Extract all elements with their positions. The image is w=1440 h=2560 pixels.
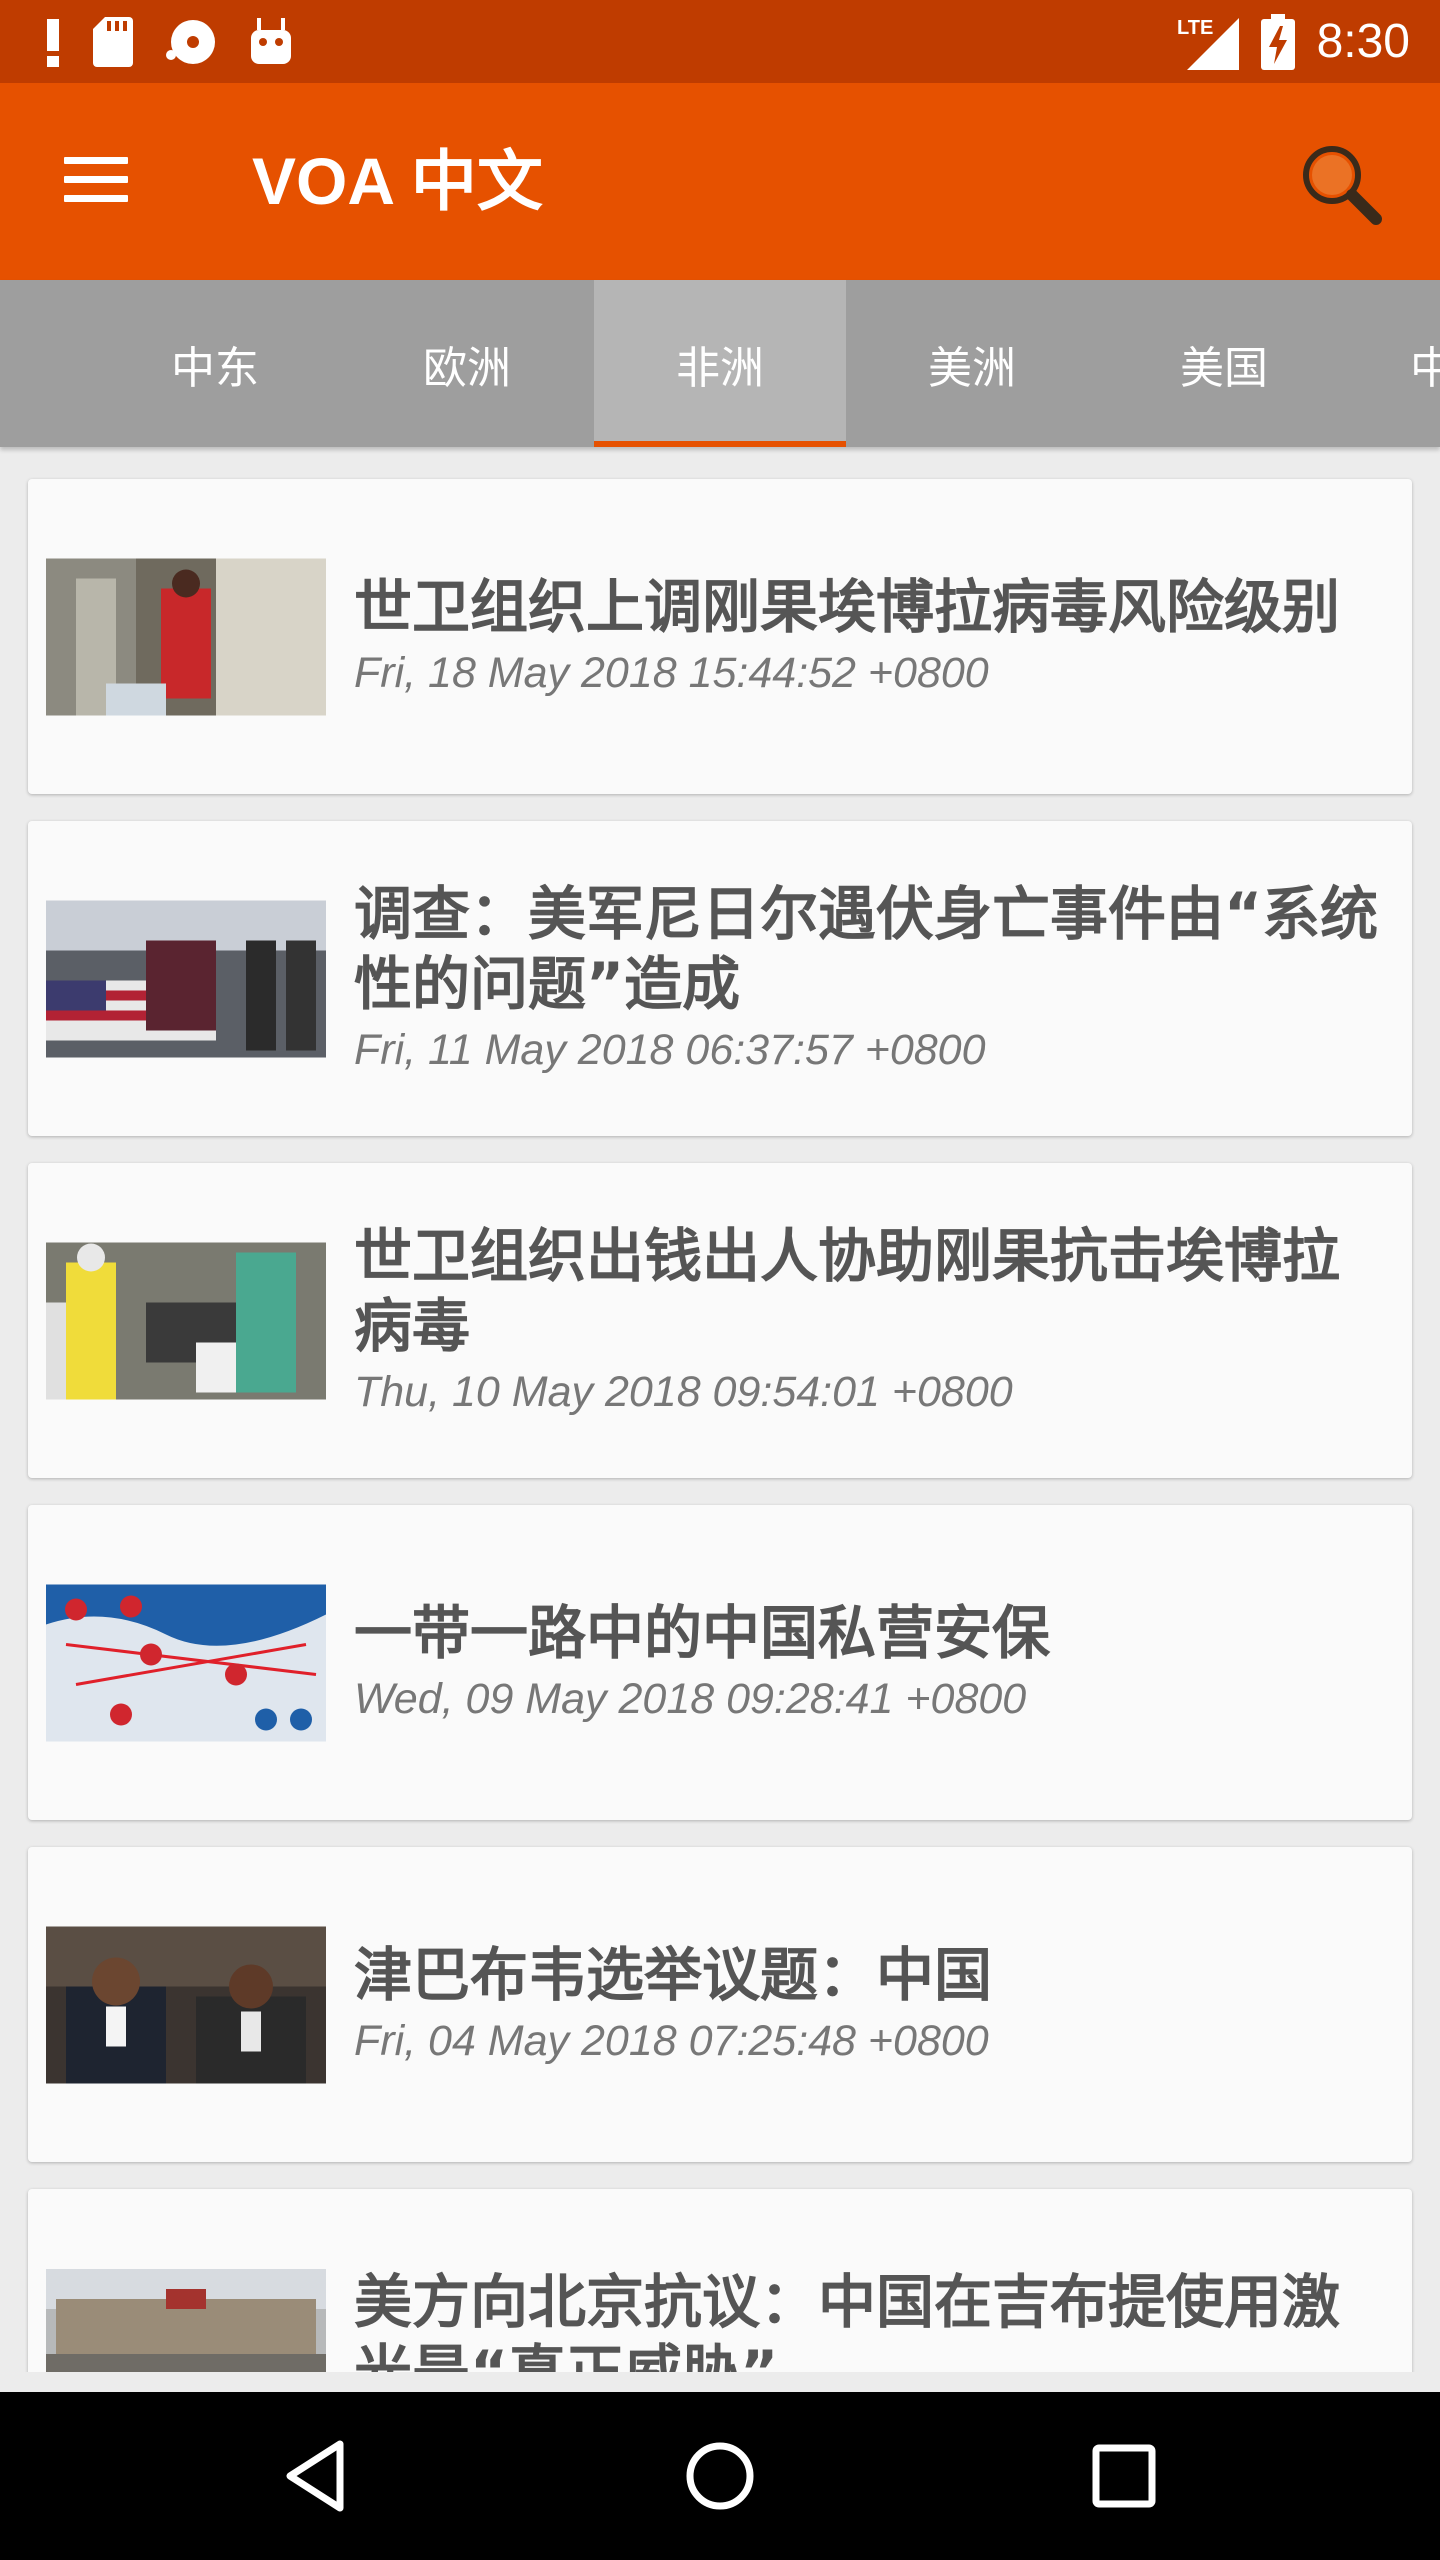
signal-icon: LTE (1177, 17, 1239, 70)
article-card[interactable]: 一带一路中的中国私营安保 Wed, 09 May 2018 09:28:41 +… (28, 1505, 1412, 1820)
back-icon[interactable] (268, 2426, 368, 2526)
clock: 8:30 (1316, 15, 1410, 68)
recents-icon[interactable] (1074, 2426, 1174, 2526)
article-thumbnail (46, 1242, 326, 1399)
article-title: 调查：美军尼日尔遇伏身亡事件由“系统性的问题”造成 (354, 879, 1379, 1018)
article-card[interactable]: 世卫组织上调刚果埃博拉病毒风险级别 Fri, 18 May 2018 15:44… (28, 479, 1412, 794)
article-title: 津巴布韦选举议题：中国 (354, 1940, 993, 2009)
article-date: Fri, 18 May 2018 15:44:52 +0800 (354, 648, 989, 697)
article-title: 美方向北京抗议：中国在吉布提使用激光是“真正威胁” (354, 2268, 1341, 2372)
tab-label: 非洲 (676, 342, 764, 394)
article-thumbnail (46, 1584, 326, 1741)
article-card[interactable]: 津巴布韦选举议题：中国 Fri, 04 May 2018 07:25:48 +0… (28, 1847, 1412, 2162)
tab-usa[interactable]: 美国 (1098, 280, 1350, 447)
article-thumbnail (46, 558, 326, 715)
tab-label: 美国 (1180, 342, 1268, 394)
article-title: 世卫组织出钱出人协助刚果抗击埃博拉病毒 (354, 1221, 1341, 1360)
battery-charging-icon (1260, 13, 1295, 70)
status-bar: LTE 8:30 (0, 0, 1440, 83)
category-tab-bar: 文 中东 欧洲 非洲 美洲 美国 中 (0, 280, 1440, 447)
home-icon[interactable] (670, 2426, 770, 2526)
tab-middle-east[interactable]: 中东 (89, 280, 341, 447)
tab-label: 美洲 (928, 342, 1016, 394)
svg-text:LTE: LTE (1177, 17, 1213, 39)
menu-button[interactable] (60, 143, 140, 223)
sd-card-icon (93, 16, 133, 67)
search-icon[interactable] (1296, 139, 1386, 229)
system-navigation-bar (0, 2392, 1440, 2560)
tab-europe[interactable]: 欧洲 (341, 280, 593, 447)
app-title: VOA 中文 (252, 144, 543, 218)
article-date: Thu, 10 May 2018 09:54:01 +0800 (354, 1367, 1013, 1416)
article-list[interactable]: 世卫组织上调刚果埃博拉病毒风险级别 Fri, 18 May 2018 15:44… (0, 447, 1440, 2372)
article-date: Fri, 11 May 2018 06:37:57 +0800 (354, 1025, 986, 1074)
tab-partial-left[interactable]: 文 (0, 280, 44, 447)
article-date: Wed, 09 May 2018 09:28:41 +0800 (354, 1674, 1027, 1723)
article-thumbnail (46, 1926, 326, 2083)
article-title: 世卫组织上调刚果埃博拉病毒风险级别 (354, 572, 1341, 641)
tab-label: 欧洲 (423, 342, 511, 394)
article-thumbnail (46, 2269, 326, 2372)
article-date: Fri, 04 May 2018 07:25:48 +0800 (354, 2016, 989, 2065)
alert-icon (47, 18, 59, 67)
tab-label: 中东 (171, 342, 259, 394)
android-icon (251, 17, 291, 64)
article-card[interactable]: 美方向北京抗议：中国在吉布提使用激光是“真正威胁” (28, 2189, 1412, 2372)
article-title: 一带一路中的中国私营安保 (354, 1598, 1051, 1667)
article-card[interactable]: 世卫组织出钱出人协助刚果抗击埃博拉病毒 Thu, 10 May 2018 09:… (28, 1163, 1412, 1478)
article-card[interactable]: 调查：美军尼日尔遇伏身亡事件由“系统性的问题”造成 Fri, 11 May 20… (28, 821, 1412, 1136)
tab-africa[interactable]: 非洲 (594, 280, 846, 447)
tab-label: 中 (1410, 342, 1440, 394)
article-thumbnail (46, 900, 326, 1057)
app-toolbar: VOA 中文 (0, 83, 1440, 280)
disc-icon (166, 19, 215, 64)
tab-partial-right[interactable]: 中 (1360, 280, 1440, 447)
tab-americas[interactable]: 美洲 (846, 280, 1098, 447)
